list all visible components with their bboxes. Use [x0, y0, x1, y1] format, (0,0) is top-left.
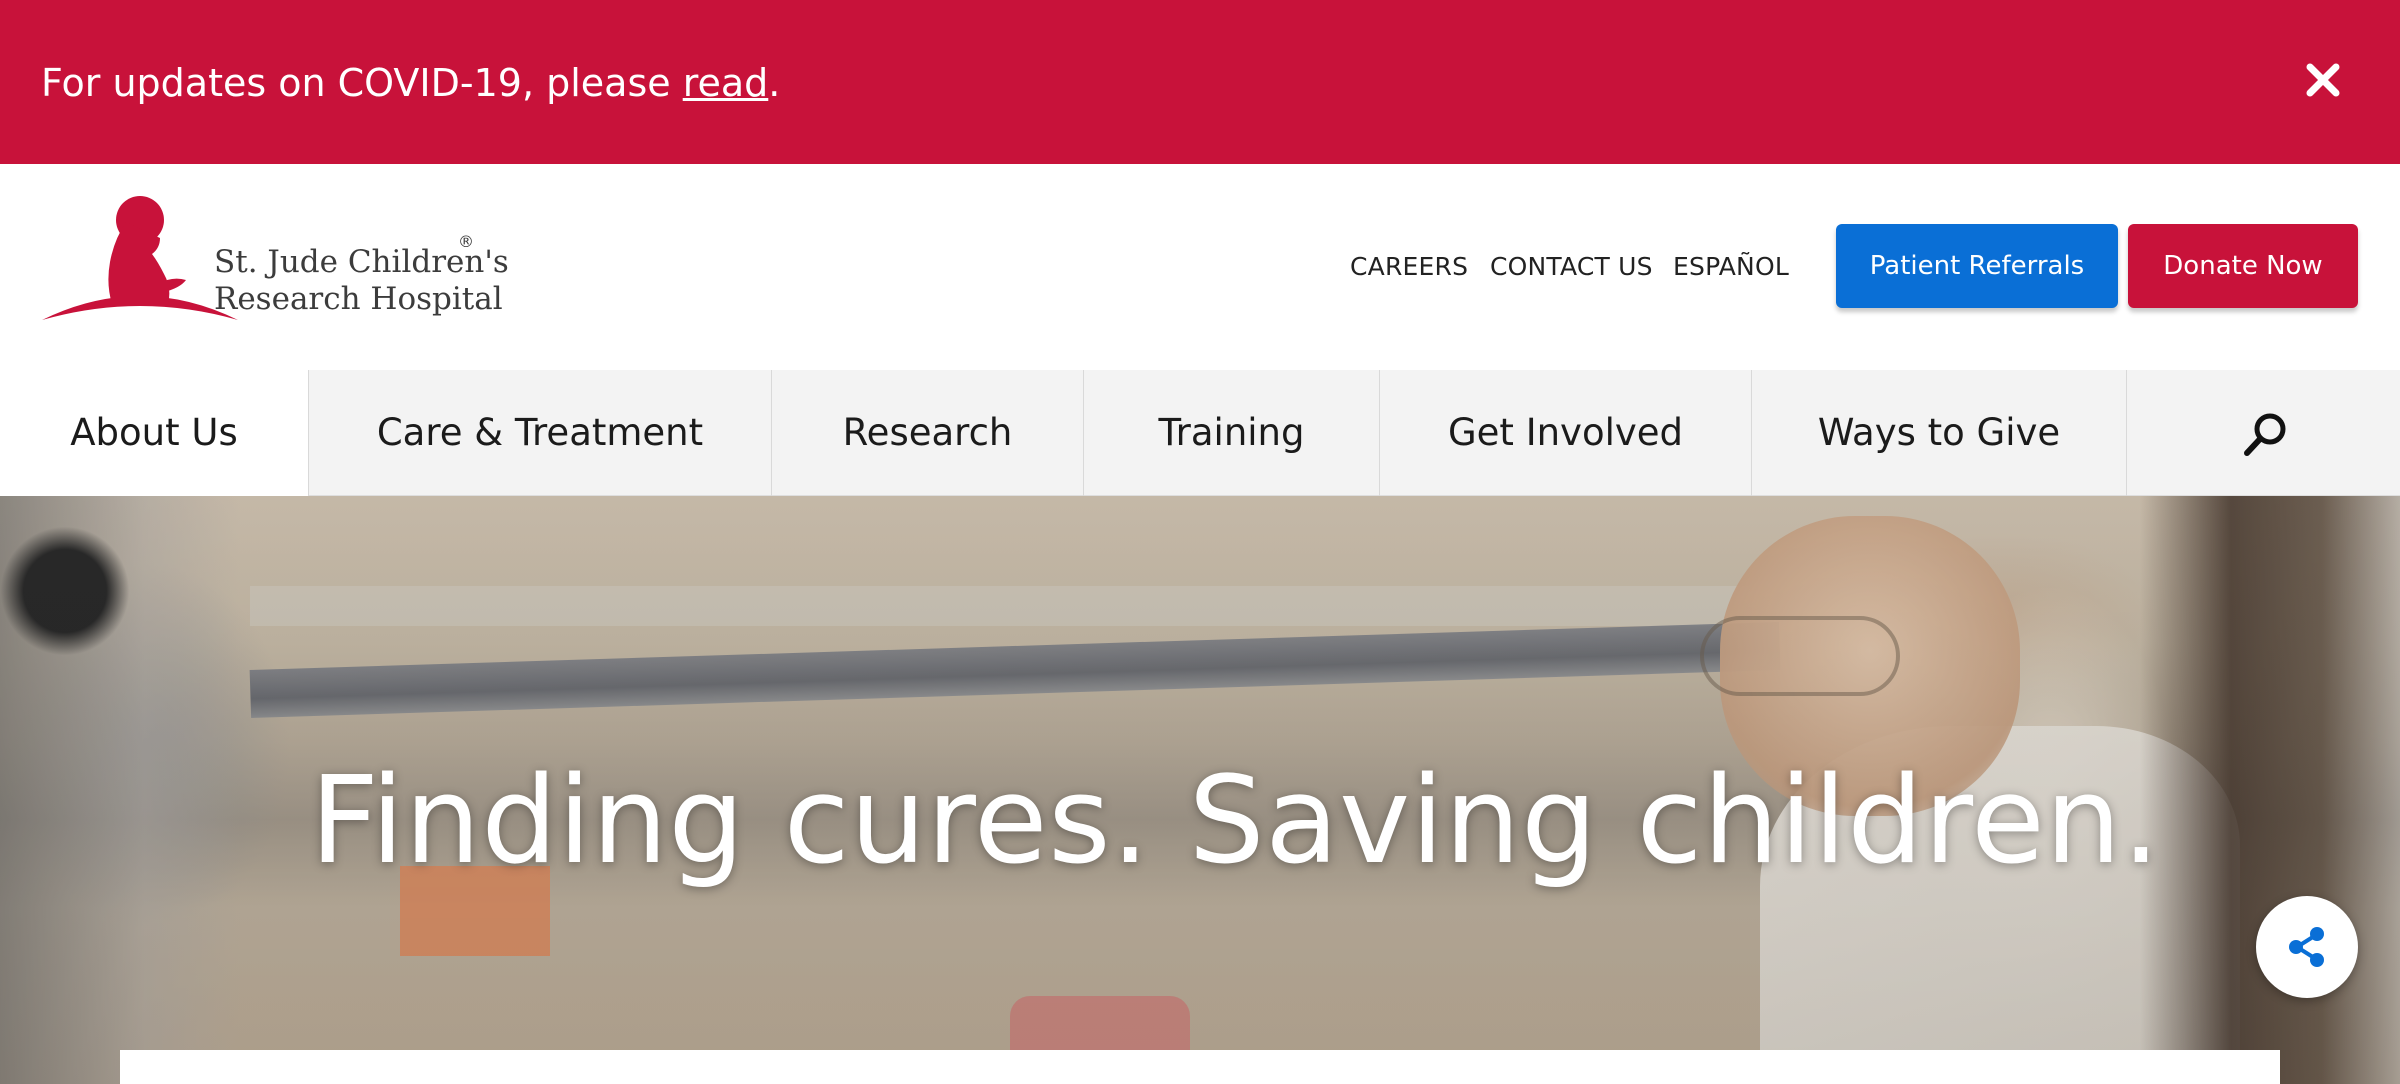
content-card-top [120, 1050, 2280, 1084]
careers-link[interactable]: CAREERS [1350, 252, 1468, 282]
search-icon [2244, 413, 2286, 456]
st-jude-logo[interactable]: St. Jude Children's Research Hospital ® [40, 192, 509, 334]
donate-now-button[interactable]: Donate Now [2128, 224, 2358, 308]
main-navigation: About Us Care & Treatment Research Train… [0, 370, 2400, 496]
nav-item-training[interactable]: Training [1083, 370, 1379, 496]
alert-text-after: . [768, 61, 781, 105]
close-icon[interactable] [2300, 57, 2346, 103]
site-header: St. Jude Children's Research Hospital ® … [0, 164, 2400, 370]
nav-item-research[interactable]: Research [771, 370, 1083, 496]
logo-wordmark: St. Jude Children's Research Hospital [214, 244, 509, 318]
child-silhouette-icon [42, 196, 238, 320]
hero-banner: Finding cures. Saving children. [0, 496, 2400, 1084]
share-icon [2289, 927, 2324, 967]
contact-us-link[interactable]: CONTACT US [1490, 252, 1653, 282]
hero-title: Finding cures. Saving children. [310, 752, 2161, 891]
share-button[interactable] [2256, 896, 2358, 998]
alert-read-link[interactable]: read [683, 61, 769, 105]
registered-mark: ® [458, 232, 474, 251]
alert-text-before: For updates on COVID-19, please [41, 61, 683, 105]
nav-item-get-involved[interactable]: Get Involved [1379, 370, 1751, 496]
espanol-link[interactable]: ESPAÑOL [1673, 252, 1789, 282]
nav-item-about-us[interactable]: About Us [0, 370, 308, 496]
search-button[interactable] [2126, 370, 2400, 496]
nav-item-care-treatment[interactable]: Care & Treatment [308, 370, 771, 496]
alert-message: For updates on COVID-19, please read. [41, 58, 780, 108]
covid-alert-bar: For updates on COVID-19, please read. [0, 0, 2400, 164]
nav-item-ways-to-give[interactable]: Ways to Give [1751, 370, 2126, 496]
patient-referrals-button[interactable]: Patient Referrals [1836, 224, 2118, 308]
logo-line-2: Research Hospital [214, 281, 503, 317]
